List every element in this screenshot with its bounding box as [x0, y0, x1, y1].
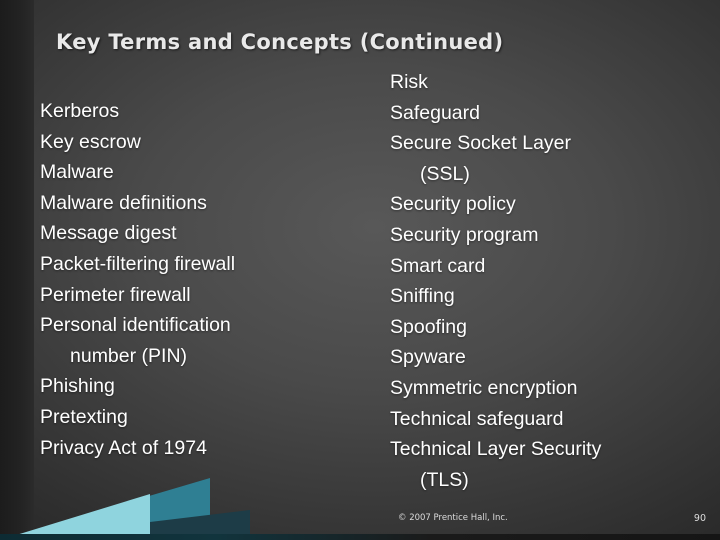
term-text: Spoofing	[390, 315, 467, 338]
term-right-item: Secure Socket Layer (SSL)	[390, 128, 700, 189]
term-left-item: Message digest	[40, 218, 360, 249]
slide: Key Terms and Concepts (Continued) Kerbe…	[0, 0, 720, 540]
term-right-item: Risk	[390, 67, 700, 98]
term-text: Key escrow	[40, 130, 141, 153]
terms-column-left: Kerberos Key escrow Malware Malware definit…	[40, 96, 360, 463]
term-left-item: Phishing	[40, 371, 360, 402]
term-text: Technical Layer Security	[390, 438, 602, 461]
term-text: Technical safeguard	[390, 407, 564, 430]
term-text: Secure Socket Layer	[390, 132, 572, 155]
term-left-item: Personal identification number (PIN)	[40, 310, 360, 371]
term-text: Malware	[40, 161, 114, 184]
term-text: Security program	[390, 223, 539, 246]
term-text: Safeguard	[390, 101, 480, 124]
left-decorative-band	[0, 0, 34, 540]
term-text: Packet-filtering firewall	[40, 252, 236, 275]
term-right-item: Symmetric encryption	[390, 373, 700, 404]
term-text: Smart card	[390, 254, 486, 277]
term-right-item: Spoofing	[390, 312, 700, 343]
term-right-item: Sniffing	[390, 281, 700, 312]
bottom-bar	[0, 534, 720, 540]
term-left-item: Packet-filtering firewall	[40, 249, 360, 280]
term-right-item: Technical safeguard	[390, 404, 700, 435]
term-left-item: Key escrow	[40, 127, 360, 158]
page-title: Key Terms and Concepts (Continued)	[56, 30, 504, 54]
terms-column-right: Risk Safeguard Secure Socket Layer (SSL) Sec…	[390, 67, 700, 495]
term-text: Kerberos	[40, 100, 120, 122]
term-text: Security policy	[390, 193, 516, 216]
term-right-item: Safeguard	[390, 98, 700, 129]
term-text: Pretexting	[40, 405, 128, 428]
term-left-item: Kerberos	[40, 96, 360, 127]
term-right-item: Security policy	[390, 189, 700, 220]
term-text: Phishing	[40, 375, 115, 398]
page-number: 90	[693, 513, 706, 524]
term-left-item: Malware	[40, 157, 360, 188]
term-continuation: (TLS)	[420, 468, 469, 491]
term-left-item: Perimeter firewall	[40, 280, 360, 311]
term-continuation: number (PIN)	[70, 344, 188, 367]
term-text: Perimeter firewall	[40, 283, 191, 306]
term-right-item: Spyware	[390, 342, 700, 373]
term-left-item: Privacy Act of 1974	[40, 433, 360, 464]
term-text: Message digest	[40, 222, 177, 245]
term-text: Personal identification	[40, 314, 231, 337]
term-text: Malware definitions	[40, 191, 207, 214]
term-text: Risk	[390, 71, 428, 93]
term-left-item: Pretexting	[40, 402, 360, 433]
term-text: Privacy Act of 1974	[40, 436, 207, 459]
term-right-item: Technical Layer Security (TLS)	[390, 434, 700, 495]
copyright-notice: © 2007 Prentice Hall, Inc.	[398, 513, 508, 523]
term-text: Spyware	[390, 346, 466, 369]
term-text: Symmetric encryption	[390, 376, 578, 399]
term-text: Sniffing	[390, 285, 455, 308]
term-left-item: Malware definitions	[40, 188, 360, 219]
term-continuation: (SSL)	[420, 162, 470, 185]
term-right-item: Security program	[390, 220, 700, 251]
term-right-item: Smart card	[390, 251, 700, 282]
